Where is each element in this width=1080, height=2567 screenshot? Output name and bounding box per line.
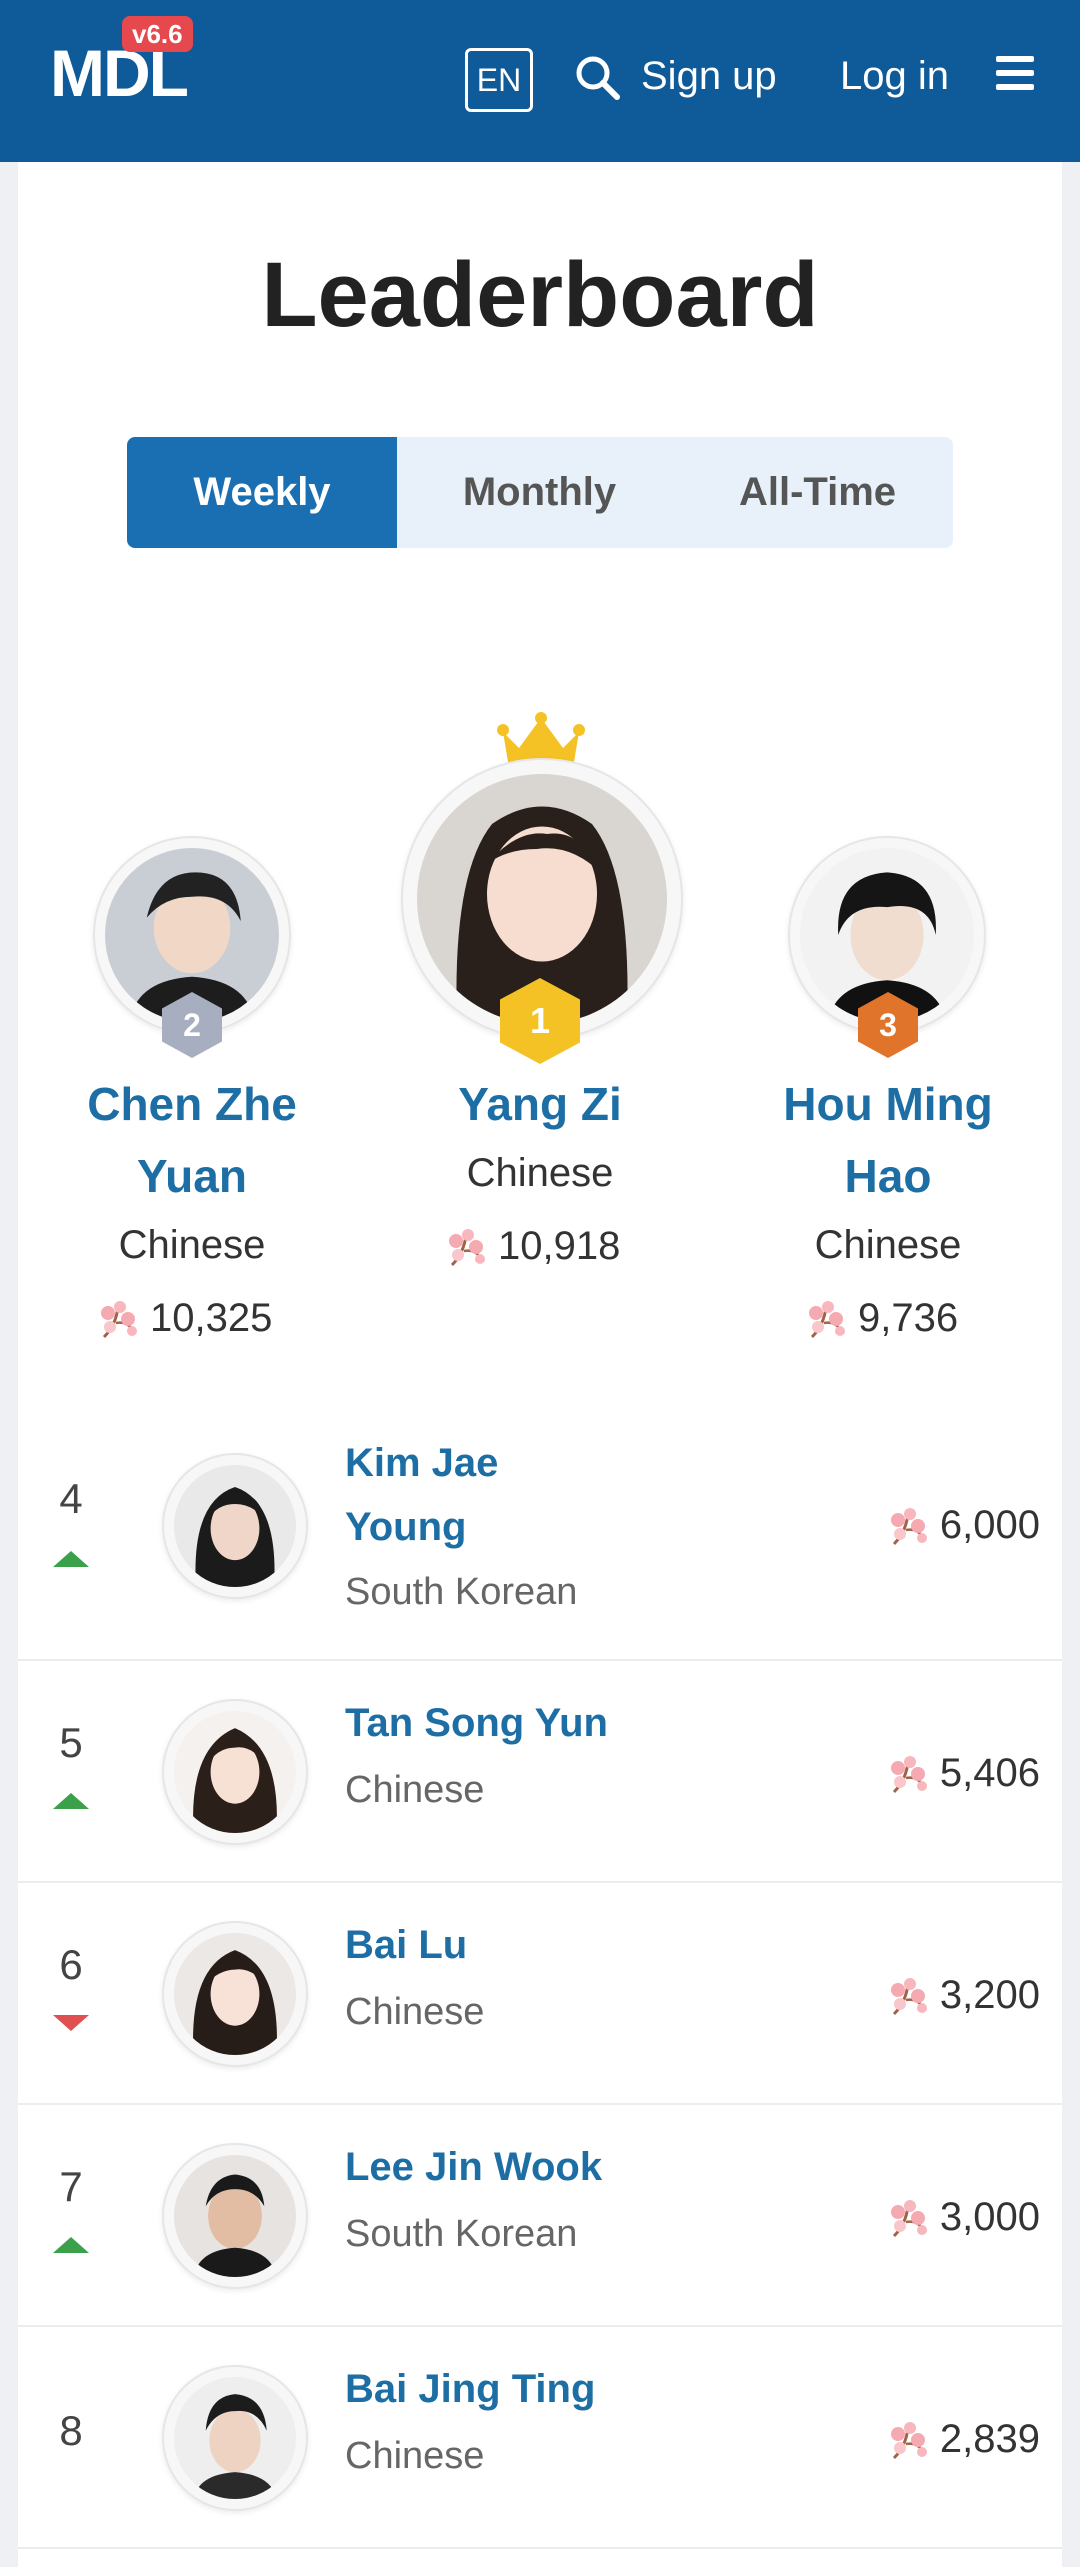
sign-up-link[interactable]: Sign up <box>641 48 777 104</box>
list-item[interactable]: 8 Bai Jing Ting Chinese 2,839 <box>18 2327 1062 2549</box>
actor-name[interactable]: Lee Jin Wook <box>345 2135 602 2199</box>
language-button[interactable]: EN <box>465 48 533 112</box>
name-line-2: Young <box>345 1505 467 1549</box>
trend-down-icon <box>53 2015 89 2031</box>
flower-icon <box>890 1507 927 1545</box>
podium-3-nationality: Chinese <box>814 1223 962 1267</box>
mdl-logo[interactable]: MDL v6.6 <box>50 16 210 108</box>
avatar[interactable] <box>162 2365 308 2511</box>
page-title: Leaderboard <box>261 244 819 346</box>
score: 5,406 <box>886 1751 1040 1796</box>
log-in-link[interactable]: Log in <box>840 48 949 104</box>
list-item[interactable]: 4 Kim Jae Young South Korean 6,000 <box>18 1395 1062 1661</box>
nationality: Chinese <box>345 2435 485 2477</box>
podium-1-name[interactable]: Yang Zi <box>400 1068 680 1140</box>
person-portrait-icon <box>174 2377 296 2499</box>
podium-2-nationality: Chinese <box>118 1223 266 1267</box>
tab-monthly[interactable]: Monthly <box>397 437 682 548</box>
flower-icon <box>101 1300 137 1338</box>
rank-number: 7 <box>59 2163 83 2210</box>
podium-2-score: 10,325 <box>96 1296 272 1341</box>
trend-up-icon <box>53 1793 89 1809</box>
name-line-1: Kim Jae <box>345 1441 499 1485</box>
flower-icon <box>890 1755 927 1793</box>
hamburger-menu-icon[interactable] <box>996 56 1034 96</box>
score: 6,000 <box>886 1503 1040 1548</box>
actor-name[interactable]: Tan Song Yun <box>345 1691 608 1755</box>
score-value: 2,839 <box>939 2417 1040 2461</box>
trend-up-icon <box>53 1551 89 1567</box>
name-line-2: Yuan <box>137 1150 247 1202</box>
score: 2,839 <box>886 2417 1040 2462</box>
score-value: 3,000 <box>939 2195 1040 2239</box>
podium-3-score: 9,736 <box>804 1296 958 1341</box>
score-value: 6,000 <box>939 1503 1040 1547</box>
flower-icon <box>890 1977 927 2015</box>
person-portrait-icon <box>174 2155 296 2277</box>
flower-icon <box>809 1300 845 1338</box>
trend-up-icon <box>53 2237 89 2253</box>
period-tabs: Weekly Monthly All-Time <box>127 437 953 548</box>
score-value: 9,736 <box>858 1296 959 1340</box>
actor-name[interactable]: Bai Jing Ting <box>345 2357 595 2421</box>
tab-all-time[interactable]: All-Time <box>682 437 953 548</box>
rank-number: 8 <box>59 2407 83 2454</box>
score-value: 3,200 <box>939 1973 1040 2017</box>
avatar[interactable] <box>162 1921 308 2067</box>
name-line-1: Hou Ming <box>783 1078 993 1130</box>
name-line-1: Chen Zhe <box>87 1078 297 1130</box>
nationality: South Korean <box>345 1571 578 1613</box>
actor-name[interactable]: Kim Jae Young <box>345 1431 498 1559</box>
podium-1-nationality: Chinese <box>466 1151 614 1195</box>
rank-number: 6 <box>59 1941 83 1988</box>
actor-name[interactable]: Bai Lu <box>345 1913 467 1977</box>
podium-2-name[interactable]: Chen Zhe Yuan <box>50 1068 334 1212</box>
person-portrait-icon <box>174 1933 296 2055</box>
rank-number: 4 <box>59 1475 83 1522</box>
search-icon[interactable] <box>573 53 621 101</box>
list-item[interactable]: 7 Lee Jin Wook South Korean 3,000 <box>18 2105 1062 2327</box>
nationality: Chinese <box>345 1991 485 2033</box>
name-line-2: Hao <box>844 1150 932 1202</box>
list-item[interactable]: 5 Tan Song Yun Chinese 5,406 <box>18 1661 1062 1883</box>
avatar[interactable] <box>162 1699 308 1845</box>
person-portrait-icon <box>174 1711 296 1833</box>
score-value: 10,325 <box>150 1296 273 1340</box>
tab-weekly[interactable]: Weekly <box>127 437 397 548</box>
score-value: 10,918 <box>498 1224 621 1268</box>
score: 3,000 <box>886 2195 1040 2240</box>
top-nav-bar: MDL v6.6 EN Sign up Log in <box>0 0 1080 162</box>
nationality: South Korean <box>345 2213 578 2255</box>
flower-icon <box>890 2199 927 2237</box>
podium-1-score: 10,918 <box>444 1224 620 1269</box>
rank-number: 5 <box>59 1719 83 1766</box>
avatar[interactable] <box>162 1453 308 1599</box>
flower-icon <box>890 2421 927 2459</box>
podium-3-name[interactable]: Hou Ming Hao <box>746 1068 1030 1212</box>
nationality: Chinese <box>345 1769 485 1811</box>
person-portrait-icon <box>174 1465 296 1587</box>
flower-icon <box>449 1228 485 1266</box>
score: 3,200 <box>886 1973 1040 2018</box>
score-value: 5,406 <box>939 1751 1040 1795</box>
version-badge: v6.6 <box>122 16 193 52</box>
list-item[interactable]: 6 Bai Lu Chinese 3,200 <box>18 1883 1062 2105</box>
avatar[interactable] <box>162 2143 308 2289</box>
